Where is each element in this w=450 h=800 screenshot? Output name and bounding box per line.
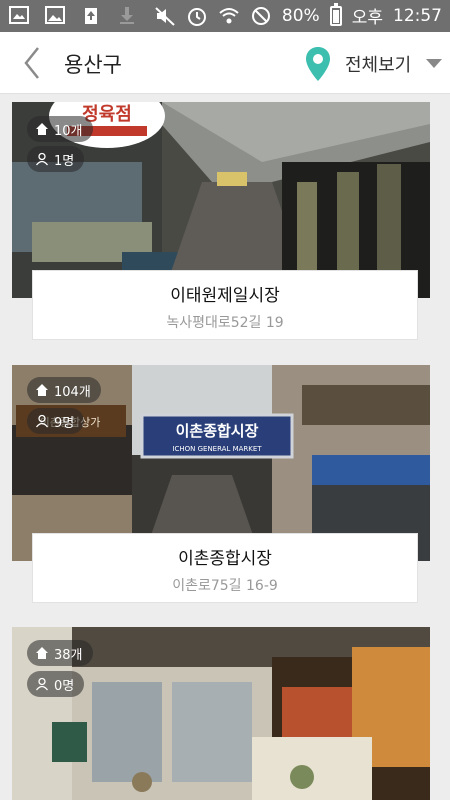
- upload-icon: [85, 8, 97, 24]
- location-pin-icon[interactable]: [305, 46, 331, 82]
- photo-sign-subtext: ICHON GENERAL MARKET: [172, 445, 262, 453]
- image-icon: [45, 6, 65, 24]
- clock-ampm: 오후: [351, 8, 383, 28]
- person-icon: [35, 414, 49, 428]
- clock-time: 12:57: [393, 5, 442, 26]
- person-icon: [35, 677, 49, 691]
- download-icon: [120, 7, 134, 24]
- market-card[interactable]: 이촌종합시장 ICHON GENERAL MARKET 이촌종합상가 104개 …: [12, 365, 430, 605]
- photo-sign-text: 이촌종합시장: [176, 422, 259, 440]
- shop-count: 38개: [54, 647, 83, 663]
- wifi-icon: [219, 7, 239, 23]
- home-icon: [36, 123, 48, 135]
- market-address: 녹사평대로52길 19: [166, 315, 284, 331]
- visitor-count: 0명: [54, 678, 75, 694]
- district-filter-label[interactable]: 전체보기: [345, 51, 411, 77]
- visitor-count: 9명: [54, 415, 75, 431]
- status-bar: 80% 오후 12:57: [0, 0, 450, 32]
- shop-count-badge: 10개: [27, 116, 93, 142]
- person-icon: [35, 152, 49, 166]
- gallery-icon: [9, 6, 29, 24]
- visitor-count-badge: 9명: [27, 408, 85, 434]
- home-icon: [36, 384, 48, 396]
- battery-percent: 80%: [281, 5, 320, 26]
- market-info: 이촌종합시장 이촌로75길 16-9: [32, 533, 418, 603]
- blocked-icon: [251, 6, 270, 25]
- app-header: 용산구 전체보기: [0, 32, 450, 94]
- market-address: 이촌로75길 16-9: [172, 578, 278, 594]
- alarm-icon: [187, 7, 206, 26]
- market-name: 이태원제일시장: [170, 286, 280, 306]
- market-card[interactable]: 38개 0명: [12, 627, 430, 800]
- shop-count: 10개: [54, 123, 83, 139]
- mute-icon: [155, 6, 175, 26]
- visitor-count-badge: 0명: [27, 671, 85, 697]
- market-name: 이촌종합시장: [178, 549, 272, 569]
- back-arrow-icon[interactable]: [18, 44, 48, 82]
- battery-icon: [329, 2, 342, 26]
- shop-count-badge: 38개: [27, 640, 93, 666]
- market-info: 이태원제일시장 녹사평대로52길 19: [32, 270, 418, 340]
- visitor-count-badge: 1명: [27, 146, 85, 172]
- visitor-count: 1명: [54, 153, 75, 169]
- shop-count: 104개: [54, 384, 91, 400]
- market-card[interactable]: 정육점 10개 1명 이태원제일시장 녹사평대로52길 19: [12, 102, 430, 340]
- shop-count-badge: 104개: [27, 377, 101, 403]
- page-title: 용산구: [64, 53, 122, 77]
- chevron-down-icon[interactable]: [426, 59, 442, 68]
- home-icon: [36, 647, 48, 659]
